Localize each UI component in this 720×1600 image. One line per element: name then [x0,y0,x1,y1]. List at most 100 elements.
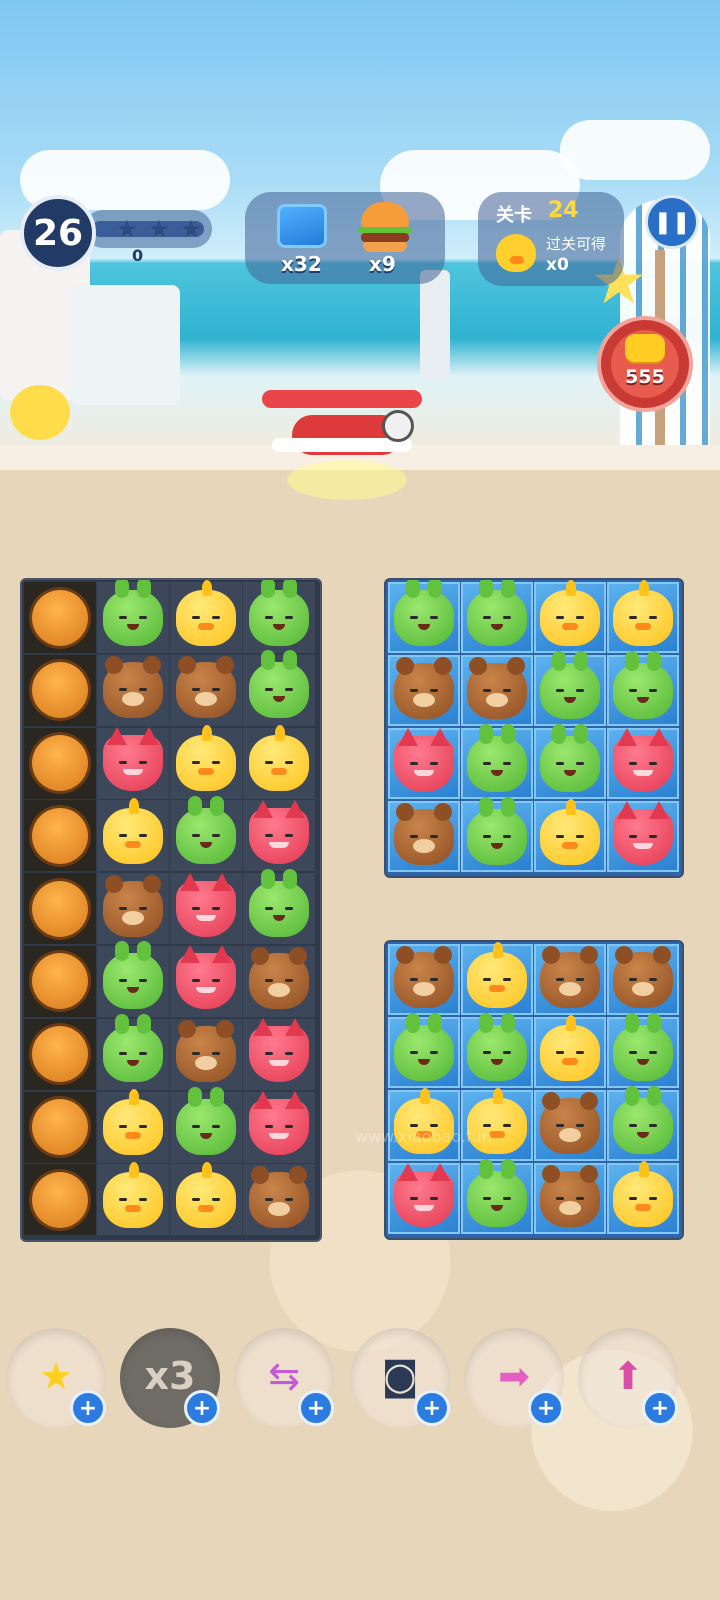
board-cell[interactable] [24,727,96,799]
fox-piece-icon[interactable] [176,945,236,1010]
board-cell[interactable] [388,580,460,653]
board-cell[interactable] [97,727,169,799]
board-cell[interactable] [170,1018,242,1090]
frog-piece-icon[interactable] [613,650,673,719]
frog-piece-icon[interactable] [394,580,454,646]
board-cell[interactable] [534,723,606,799]
board-cell[interactable] [388,801,460,872]
board-cell[interactable] [607,1160,679,1234]
board-cell[interactable] [388,1162,460,1234]
board-cell[interactable] [243,650,315,726]
board-cell[interactable] [388,1087,460,1161]
board-cell[interactable] [97,580,169,653]
bear-piece-icon[interactable] [540,945,600,1008]
chick-piece-icon[interactable] [613,1160,673,1227]
board-cell[interactable] [170,795,242,872]
board-cell[interactable] [97,1161,169,1236]
fox-piece-icon[interactable] [176,872,236,937]
board-cell[interactable] [461,1012,533,1088]
board-cell[interactable] [461,1158,533,1234]
board-cell[interactable] [170,945,242,1017]
frog-piece-icon[interactable] [249,580,309,646]
fox-piece-icon[interactable] [613,727,673,792]
bear-piece-icon[interactable] [103,656,163,719]
frog-piece-icon[interactable] [103,580,163,646]
board-cell[interactable] [170,872,242,945]
bear-piece-icon[interactable] [176,1020,236,1083]
add-booster-plus-icon[interactable]: + [184,1390,220,1426]
rocket-right-booster[interactable]: ➡ + [464,1328,564,1428]
board-cell[interactable] [607,800,679,872]
board-cell[interactable] [461,655,533,726]
board-cell[interactable] [24,1164,96,1236]
star-wand-booster[interactable]: ★ + [6,1328,106,1428]
frog-piece-icon[interactable] [249,650,309,719]
fox-piece-icon[interactable] [613,800,673,865]
fox-piece-icon[interactable] [249,799,309,864]
bear-piece-icon[interactable] [540,1091,600,1154]
frog-piece-icon[interactable] [394,1012,454,1081]
board-cell[interactable] [243,1164,315,1236]
frog-piece-icon[interactable] [176,795,236,864]
chick-piece-icon[interactable] [540,1014,600,1081]
cookie-piece-icon[interactable] [32,589,88,646]
board-cell[interactable] [24,654,96,726]
frog-piece-icon[interactable] [467,796,527,865]
board-cell[interactable] [24,1091,96,1163]
bear-piece-icon[interactable] [540,1164,600,1227]
board-cell[interactable] [243,799,315,872]
fox-piece-icon[interactable] [103,727,163,792]
cookie-piece-icon[interactable] [32,807,88,864]
frog-piece-icon[interactable] [249,868,309,937]
board-cell[interactable] [607,727,679,799]
board-cell[interactable] [243,945,315,1017]
cookie-piece-icon[interactable] [32,1026,88,1083]
board-cell[interactable] [24,800,96,872]
board-cell[interactable] [243,1091,315,1163]
pause-button[interactable]: ❚❚ [645,195,699,249]
board-cell[interactable] [534,798,606,872]
fox-piece-icon[interactable] [249,1018,309,1083]
bear-piece-icon[interactable] [249,947,309,1010]
board-cell[interactable] [534,650,606,726]
fox-piece-icon[interactable] [249,1091,309,1156]
frog-piece-icon[interactable] [540,650,600,719]
board-cell[interactable] [243,580,315,653]
board-cell[interactable] [170,1161,242,1236]
board-cell[interactable] [97,873,169,945]
chick-piece-icon[interactable] [103,1089,163,1156]
cookie-piece-icon[interactable] [32,662,88,719]
board-cell[interactable] [388,1012,460,1088]
board-cell[interactable] [607,580,679,653]
bear-piece-icon[interactable] [249,1165,309,1228]
chick-piece-icon[interactable] [103,1161,163,1228]
frog-piece-icon[interactable] [176,1087,236,1156]
board-cell[interactable] [97,941,169,1017]
board-cell[interactable] [461,580,533,653]
board-cell[interactable] [607,944,679,1015]
board-cell[interactable] [534,944,606,1015]
frog-piece-icon[interactable] [467,1158,527,1227]
cookie-piece-icon[interactable] [32,735,88,792]
bear-piece-icon[interactable] [467,656,527,719]
board-cell[interactable] [461,1087,533,1161]
board-cell[interactable] [170,580,242,653]
board-cell[interactable] [534,1163,606,1234]
bear-piece-icon[interactable] [394,945,454,1008]
chick-piece-icon[interactable] [103,797,163,864]
board-cell[interactable] [607,1085,679,1161]
frog-piece-icon[interactable] [613,1085,673,1154]
chick-piece-icon[interactable] [540,798,600,865]
bear-piece-icon[interactable] [176,656,236,719]
chick-piece-icon[interactable] [176,580,236,646]
cookie-piece-icon[interactable] [32,953,88,1010]
add-booster-plus-icon[interactable]: + [528,1390,564,1426]
bear-piece-icon[interactable] [103,874,163,937]
add-booster-plus-icon[interactable]: + [414,1390,450,1426]
cookie-piece-icon[interactable] [32,1099,88,1156]
chick-piece-icon[interactable] [613,580,673,646]
board-cell[interactable] [607,650,679,726]
board-cell[interactable] [97,1089,169,1163]
board-cell[interactable] [461,723,533,799]
board-cell[interactable] [243,1018,315,1090]
